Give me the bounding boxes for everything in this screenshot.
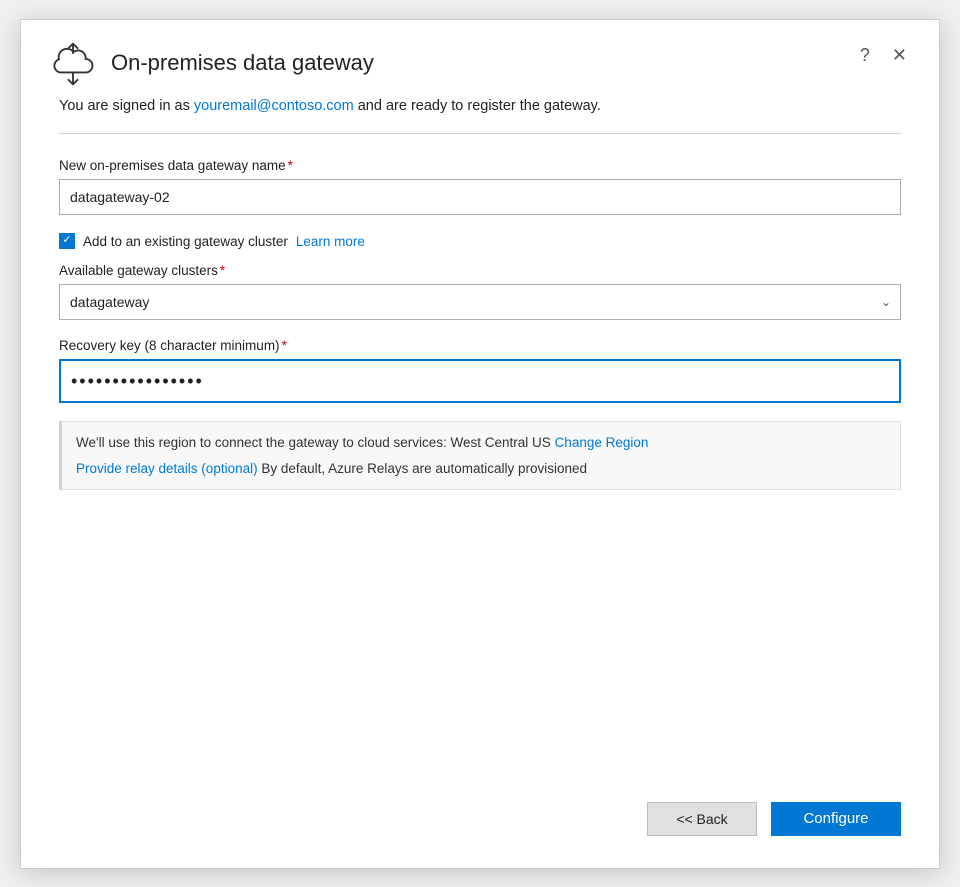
titlebar-actions: ? ✕ bbox=[856, 44, 911, 66]
cluster-select[interactable]: datagateway bbox=[59, 284, 901, 320]
signed-in-text: You are signed in as youremail@contoso.c… bbox=[59, 96, 901, 118]
cluster-required: * bbox=[220, 263, 225, 278]
relay-suffix-text: By default, Azure Relays are automatical… bbox=[258, 461, 587, 476]
recovery-key-label: Recovery key (8 character minimum)* bbox=[59, 338, 901, 353]
signed-in-prefix: You are signed in as bbox=[59, 98, 194, 114]
close-button[interactable]: ✕ bbox=[888, 44, 911, 66]
recovery-key-input[interactable] bbox=[59, 359, 901, 403]
back-button[interactable]: << Back bbox=[647, 802, 757, 836]
relay-details-link[interactable]: Provide relay details (optional) bbox=[76, 461, 258, 476]
gateway-name-required: * bbox=[288, 158, 293, 173]
signed-in-email: youremail@contoso.com bbox=[194, 98, 354, 114]
dialog-title: On-premises data gateway bbox=[111, 50, 374, 76]
checkmark-icon: ✓ bbox=[62, 235, 71, 246]
change-region-link[interactable]: Change Region bbox=[555, 435, 649, 450]
region-info-text: We'll use this region to connect the gat… bbox=[76, 435, 555, 450]
cluster-group: Available gateway clusters* datagateway … bbox=[59, 263, 901, 320]
dialog-footer: << Back Configure bbox=[21, 778, 939, 868]
help-button[interactable]: ? bbox=[856, 44, 874, 66]
region-info: We'll use this region to connect the gat… bbox=[76, 432, 886, 454]
gateway-name-label: New on-premises data gateway name* bbox=[59, 158, 901, 173]
recovery-key-group: Recovery key (8 character minimum)* bbox=[59, 338, 901, 403]
cluster-select-wrapper: datagateway ⌄ bbox=[59, 284, 901, 320]
info-box: We'll use this region to connect the gat… bbox=[59, 421, 901, 490]
dialog-title-left: On-premises data gateway bbox=[49, 42, 374, 86]
learn-more-link[interactable]: Learn more bbox=[296, 234, 365, 249]
cluster-label: Available gateway clusters* bbox=[59, 263, 901, 278]
checkbox-row: ✓ Add to an existing gateway cluster Lea… bbox=[59, 233, 901, 249]
gateway-name-input[interactable] bbox=[59, 179, 901, 215]
signed-in-suffix: and are ready to register the gateway. bbox=[354, 98, 601, 114]
gateway-name-group: New on-premises data gateway name* bbox=[59, 158, 901, 215]
dialog-body: You are signed in as youremail@contoso.c… bbox=[21, 96, 939, 778]
configure-button[interactable]: Configure bbox=[771, 802, 901, 836]
checkbox-label: Add to an existing gateway cluster bbox=[83, 234, 288, 249]
divider bbox=[59, 133, 901, 134]
recovery-key-required: * bbox=[282, 338, 287, 353]
relay-info: Provide relay details (optional) By defa… bbox=[76, 458, 886, 480]
dialog-container: On-premises data gateway ? ✕ You are sig… bbox=[20, 19, 940, 869]
dialog-titlebar: On-premises data gateway ? ✕ bbox=[21, 20, 939, 96]
add-to-cluster-checkbox[interactable]: ✓ bbox=[59, 233, 75, 249]
cloud-gateway-icon bbox=[49, 42, 97, 86]
